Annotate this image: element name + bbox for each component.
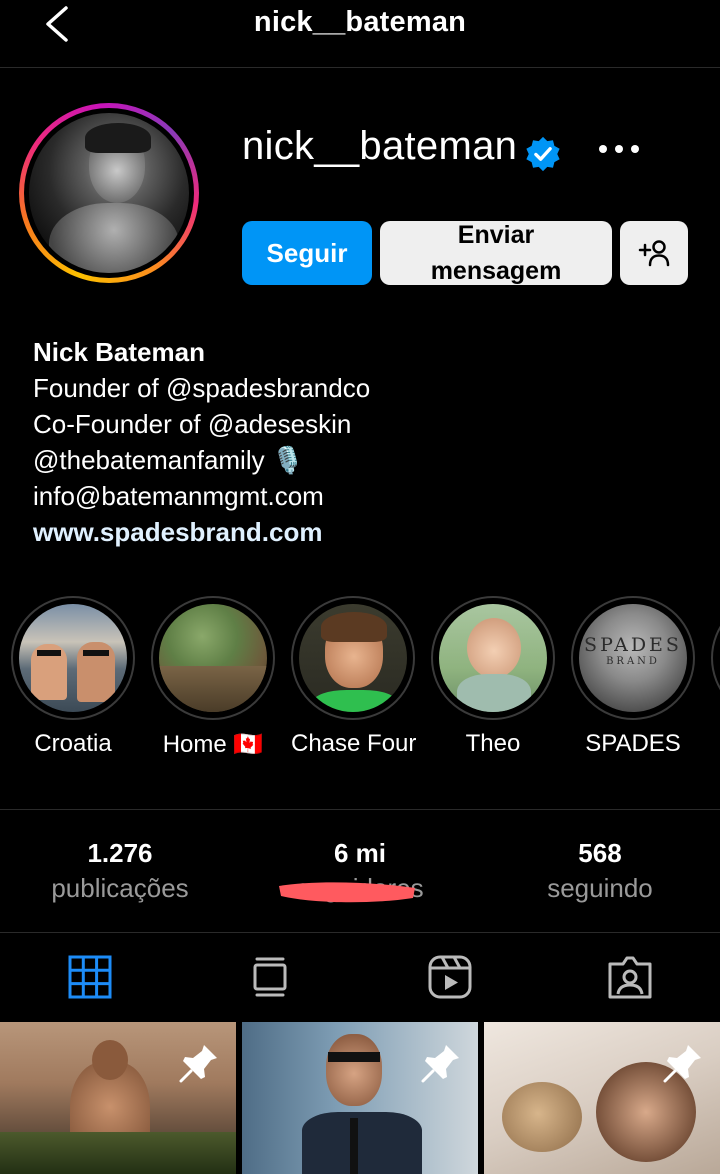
stat-value: 1.276 (87, 838, 153, 868)
feed-icon[interactable] (247, 954, 293, 1000)
pin-icon (179, 1045, 217, 1083)
profile-username: nick__bateman (242, 124, 518, 168)
divider (0, 809, 720, 810)
bio-website-link[interactable]: www.spadesbrand.com (33, 514, 370, 550)
story-highlight[interactable]: SPADES BRAND SPADES (571, 596, 695, 758)
tagged-icon[interactable] (607, 954, 653, 1000)
story-highlight[interactable]: Croatia (11, 596, 135, 758)
bio-line: @thebatemanfamily 🎙️ (33, 445, 305, 475)
divider (0, 932, 720, 933)
stat-value: 568 (578, 838, 622, 868)
story-highlight[interactable]: Theo (431, 596, 555, 758)
highlight-cover-croatia (19, 604, 127, 712)
highlight-label: SPADES (585, 730, 681, 757)
story-highlight[interactable]: Chase Four (291, 596, 417, 758)
bio-email: info@batemanmgmt.com (33, 481, 324, 511)
pin-icon (663, 1045, 701, 1083)
highlight-label: Chase Four (291, 730, 417, 757)
top-bar: nick__bateman (0, 0, 720, 68)
suggest-users-button[interactable] (620, 221, 688, 285)
profile-bio: Nick Bateman Founder of @spadesbrandco C… (33, 334, 370, 550)
story-highlight-partial[interactable] (711, 596, 720, 720)
send-message-label-line2: mensagem (430, 257, 562, 285)
highlight-label: Home 🇨🇦 (162, 731, 264, 758)
post-thumbnail[interactable] (484, 1022, 720, 1174)
stat-posts: 1.276 publicações (0, 838, 240, 908)
pin-icon (421, 1045, 459, 1083)
story-highlight[interactable]: Home 🇨🇦 (151, 596, 275, 759)
bio-name: Nick Bateman (33, 337, 205, 367)
highlight-cover-theo (439, 604, 547, 712)
follow-button[interactable]: Seguir (242, 221, 372, 285)
stat-label: seguindo (547, 873, 653, 903)
more-options-icon[interactable] (596, 134, 642, 164)
grid-icon[interactable] (67, 954, 113, 1000)
stat-value: 6 mi (333, 838, 387, 868)
send-message-button[interactable]: Enviar mensagem (380, 221, 612, 285)
post-thumbnail[interactable] (242, 1022, 478, 1174)
post-thumbnail[interactable] (0, 1022, 236, 1174)
bio-line: Co-Founder of @adeseskin (33, 409, 352, 439)
add-user-icon (638, 240, 670, 267)
avatar[interactable] (19, 103, 199, 283)
stat-label: publicações (51, 873, 189, 903)
send-message-label-line1: Enviar (457, 221, 535, 249)
highlight-label: Theo (465, 730, 521, 757)
bio-line: Founder of @spadesbrandco (33, 373, 371, 403)
highlight-cover-home (159, 604, 267, 712)
highlight-cover-spades: SPADES BRAND (579, 604, 687, 712)
spades-brand-logo-text: SPADES BRAND (584, 634, 682, 667)
stat-following[interactable]: 568 seguindo (480, 838, 720, 908)
verified-badge-icon (526, 136, 560, 172)
reels-icon[interactable] (427, 954, 473, 1000)
redaction-scribble (279, 882, 415, 903)
page-title: nick__bateman (253, 6, 467, 38)
highlight-label: Croatia (34, 730, 112, 757)
follow-button-label: Seguir (266, 237, 348, 268)
highlight-cover-chase-four (299, 604, 407, 712)
